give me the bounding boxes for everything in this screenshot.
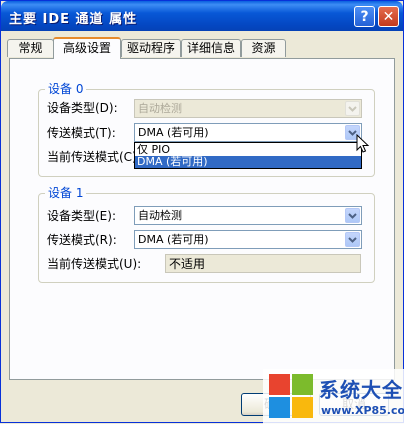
tab-general[interactable]: 常规 bbox=[7, 39, 54, 57]
logo-brand-text: 系统大全 bbox=[319, 378, 403, 402]
logo-yellow-square bbox=[292, 397, 313, 418]
device-0-mode-select[interactable]: DMA (若可用) bbox=[134, 123, 362, 142]
device-1-mode-select[interactable]: DMA (若可用) bbox=[134, 230, 362, 249]
close-icon: ✕ bbox=[382, 8, 395, 25]
logo-blue-square bbox=[269, 397, 290, 418]
device-1-current-mode-field: 不适用 bbox=[165, 254, 361, 273]
help-button[interactable]: ? bbox=[354, 6, 375, 27]
logo-green-square bbox=[292, 374, 313, 395]
device-0-current-mode-label: 当前传送模式(C): bbox=[47, 150, 141, 164]
device-0-type-select: 自动检测 bbox=[134, 99, 362, 118]
site-watermark-logo: 系统大全 www.XP85.com bbox=[263, 369, 404, 424]
mouse-cursor-icon bbox=[356, 134, 370, 153]
device-1-title: 设备 1 bbox=[45, 186, 87, 200]
window-title: 主要 IDE 通道 属性 bbox=[9, 12, 138, 27]
chevron-down-icon[interactable] bbox=[345, 208, 360, 223]
tab-driver[interactable]: 驱动程序 bbox=[121, 39, 181, 57]
chevron-down-icon[interactable] bbox=[345, 232, 360, 247]
title-bar[interactable]: 主要 IDE 通道 属性 ? ✕ bbox=[1, 1, 403, 31]
device-0-mode-label: 传送模式(T): bbox=[47, 126, 116, 140]
device-0-type-label: 设备类型(D): bbox=[47, 101, 118, 115]
chevron-down-icon bbox=[345, 101, 360, 116]
transfer-mode-dropdown-list: 仅 PIO DMA (若可用) bbox=[134, 142, 362, 169]
device-1-mode-label: 传送模式(R): bbox=[47, 233, 117, 247]
properties-dialog: 主要 IDE 通道 属性 ? ✕ 常规 高级设置 驱动程序 详细信息 资源 设备… bbox=[0, 0, 404, 424]
logo-url-text: www.XP85.com bbox=[321, 404, 404, 417]
dropdown-option-dma[interactable]: DMA (若可用) bbox=[135, 156, 361, 168]
help-icon: ? bbox=[360, 8, 369, 25]
logo-red-square bbox=[269, 374, 290, 395]
device-1-type-select[interactable]: 自动检测 bbox=[134, 206, 362, 225]
close-button[interactable]: ✕ bbox=[378, 6, 399, 27]
device-1-type-label: 设备类型(E): bbox=[47, 209, 116, 223]
device-1-current-mode-label: 当前传送模式(U): bbox=[47, 257, 142, 271]
tab-details[interactable]: 详细信息 bbox=[181, 39, 241, 57]
tab-resources[interactable]: 资源 bbox=[241, 39, 286, 57]
tab-advanced-settings[interactable]: 高级设置 bbox=[53, 37, 121, 59]
device-0-title: 设备 0 bbox=[45, 82, 87, 96]
